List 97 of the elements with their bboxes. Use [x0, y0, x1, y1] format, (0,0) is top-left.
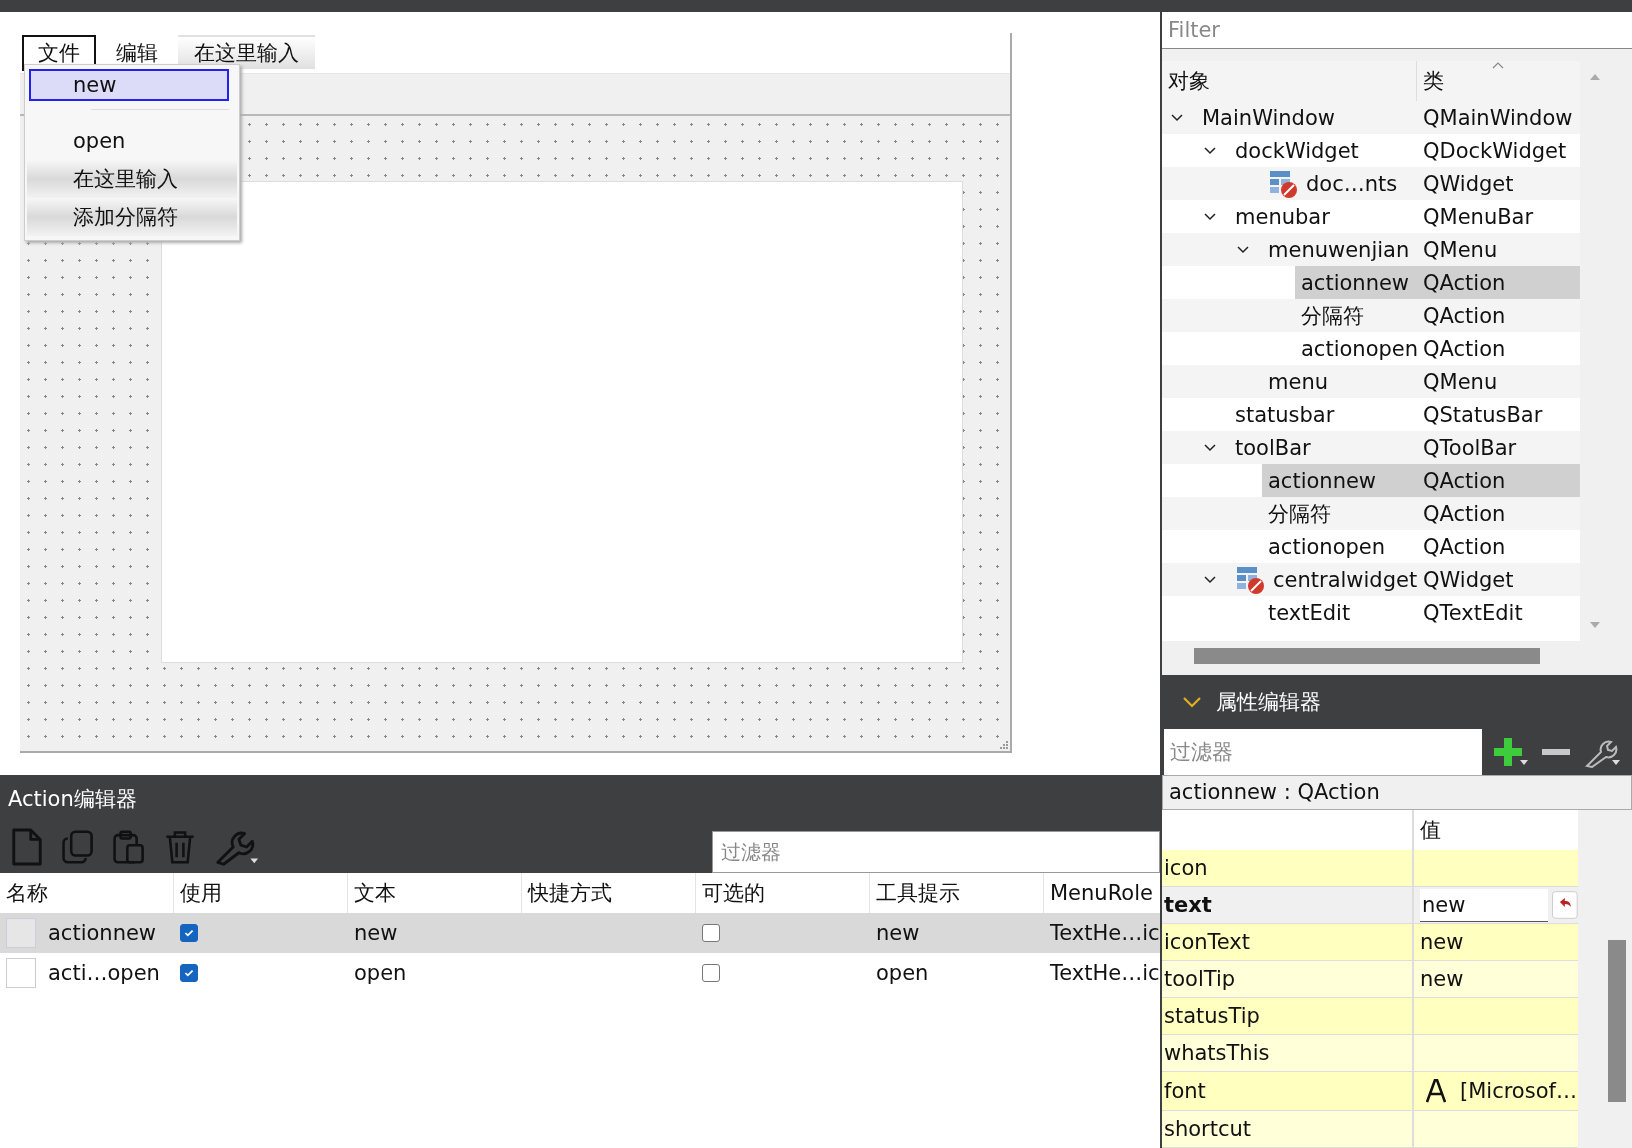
scrollbar-thumb[interactable] [1608, 940, 1626, 1102]
property-value: new [1420, 967, 1464, 991]
tree-item-name: toolBar [1235, 435, 1311, 460]
checkbox[interactable] [702, 964, 720, 982]
table-cell: new [876, 921, 920, 945]
table-cell: TextHe…ic [1050, 921, 1160, 945]
checkbox[interactable] [180, 964, 198, 982]
tree-item-name: menubar [1235, 204, 1330, 229]
filter-field[interactable]: Filter [1162, 12, 1632, 49]
menu-item[interactable]: open [27, 122, 237, 160]
tree-item-name: MainWindow [1202, 105, 1335, 130]
tree-item-name: menu [1268, 369, 1328, 394]
property-name: statusTip [1164, 1004, 1260, 1028]
property-name: shortcut [1164, 1117, 1252, 1141]
tree-item-class: QMenuBar [1423, 204, 1534, 229]
tree-row[interactable]: doc…nts QWidget [1162, 167, 1580, 200]
tree-item-name: actionnew [1268, 468, 1377, 493]
tree-row[interactable]: menu QMenu [1162, 365, 1580, 398]
menu-item[interactable]: new [29, 69, 229, 101]
tree-item-name: 分隔符 [1301, 302, 1364, 330]
panel-title: Action编辑器 [7, 786, 138, 813]
tree-item-name: dockWidget [1235, 138, 1359, 163]
property-name: icon [1164, 856, 1208, 880]
tree-item-name: doc…nts [1306, 171, 1398, 196]
tree-item-class: QAction [1423, 501, 1506, 526]
tree-item-class: QTextEdit [1423, 600, 1523, 625]
resize-grip-icon[interactable] [998, 739, 1008, 749]
filter-field[interactable]: 过滤器 [1164, 729, 1482, 775]
tree-row[interactable]: dockWidget QDockWidget [1162, 134, 1580, 167]
tree-item-class: QAction [1423, 534, 1506, 559]
sort-caret-icon [1492, 61, 1504, 69]
font-icon [1426, 1079, 1446, 1103]
tree-item-class: QMenu [1423, 369, 1498, 394]
table-row[interactable]: actionnew new new TextHe…ic [0, 913, 1160, 953]
menu-item[interactable]: 在这里输入 [27, 160, 237, 198]
check-icon [183, 927, 195, 939]
action-icon-placeholder-icon [6, 958, 36, 988]
tree-row[interactable]: actionnew QAction [1162, 464, 1580, 497]
tree-item-name: menuwenjian [1268, 237, 1410, 262]
action-icon-placeholder-icon [6, 918, 36, 948]
tree-row[interactable]: MainWindow QMainWindow [1162, 101, 1580, 134]
tree-item-class: QAction [1423, 303, 1506, 328]
tree-row[interactable]: actionopen QAction [1162, 332, 1580, 365]
menu-item[interactable]: 在这里输入 [178, 35, 315, 71]
tree-item-class: QMenu [1423, 237, 1498, 262]
tree-row[interactable]: menuwenjian QMenu [1162, 233, 1580, 266]
tree-row[interactable]: actionnew QAction [1162, 266, 1580, 299]
tree-row[interactable]: 分隔符 QAction [1162, 299, 1580, 332]
tree-row[interactable]: 分隔符 QAction [1162, 497, 1580, 530]
tree-item-class: QAction [1423, 336, 1506, 361]
panel-title: 属性编辑器 [1216, 689, 1321, 716]
object-label: actionnew : QAction [1162, 775, 1632, 810]
property-name: whatsThis [1164, 1041, 1270, 1065]
tree-item-class: QAction [1423, 270, 1506, 295]
property-name: toolTip [1164, 967, 1236, 991]
table-cell: open [354, 961, 407, 985]
column-header[interactable]: 类 [1417, 61, 1580, 101]
table-cell: new [354, 921, 398, 945]
table-row[interactable]: acti…open open open TextHe…ic [0, 953, 1160, 993]
tree-row[interactable]: textEdit QTextEdit [1162, 596, 1580, 629]
tree-item-name: statusbar [1235, 402, 1335, 427]
property-value: new [1420, 930, 1464, 954]
tree-item-class: QDockWidget [1423, 138, 1567, 163]
tree-row[interactable]: toolBar QToolBar [1162, 431, 1580, 464]
property-value: [Microsof… [1460, 1079, 1577, 1103]
check-icon [183, 967, 195, 979]
value-field[interactable]: new [1420, 888, 1549, 922]
checkbox[interactable] [180, 924, 198, 942]
table-cell: acti…open [48, 961, 160, 985]
tree-item-class: QAction [1423, 468, 1506, 493]
scrollbar-thumb[interactable] [1194, 648, 1540, 664]
property-name: iconText [1164, 930, 1250, 954]
tree-row[interactable]: menubar QMenuBar [1162, 200, 1580, 233]
table-cell: open [876, 961, 929, 985]
tree-row[interactable]: actionopen QAction [1162, 530, 1580, 563]
tree-item-class: QWidget [1423, 171, 1514, 196]
checkbox[interactable] [702, 924, 720, 942]
tree-item-class: QStatusBar [1423, 402, 1543, 427]
tree-item-name: textEdit [1268, 600, 1351, 625]
property-name: font [1164, 1079, 1206, 1103]
tree-item-class: QToolBar [1423, 435, 1517, 460]
tree-row[interactable]: statusbar QStatusBar [1162, 398, 1580, 431]
tree-item-name: actionopen [1301, 336, 1419, 361]
tree-row[interactable]: centralwidget QWidget [1162, 563, 1580, 596]
table-cell: TextHe…ic [1050, 961, 1160, 985]
tree-item-name: centralwidget [1273, 567, 1418, 592]
menu-item[interactable]: 添加分隔符 [27, 198, 237, 236]
tree-item-name: actionnew [1301, 270, 1410, 295]
tree-item-name: actionopen [1268, 534, 1386, 559]
filter-field[interactable]: 过滤器 [712, 831, 1160, 873]
plus-icon[interactable] [1492, 736, 1528, 768]
table-cell: actionnew [48, 921, 157, 945]
tree-item-class: QMainWindow [1423, 105, 1573, 130]
property-name: text [1164, 893, 1212, 917]
tree-item-class: QWidget [1423, 567, 1514, 592]
reset-icon[interactable] [1552, 891, 1578, 919]
tree-item-name: 分隔符 [1268, 500, 1331, 528]
